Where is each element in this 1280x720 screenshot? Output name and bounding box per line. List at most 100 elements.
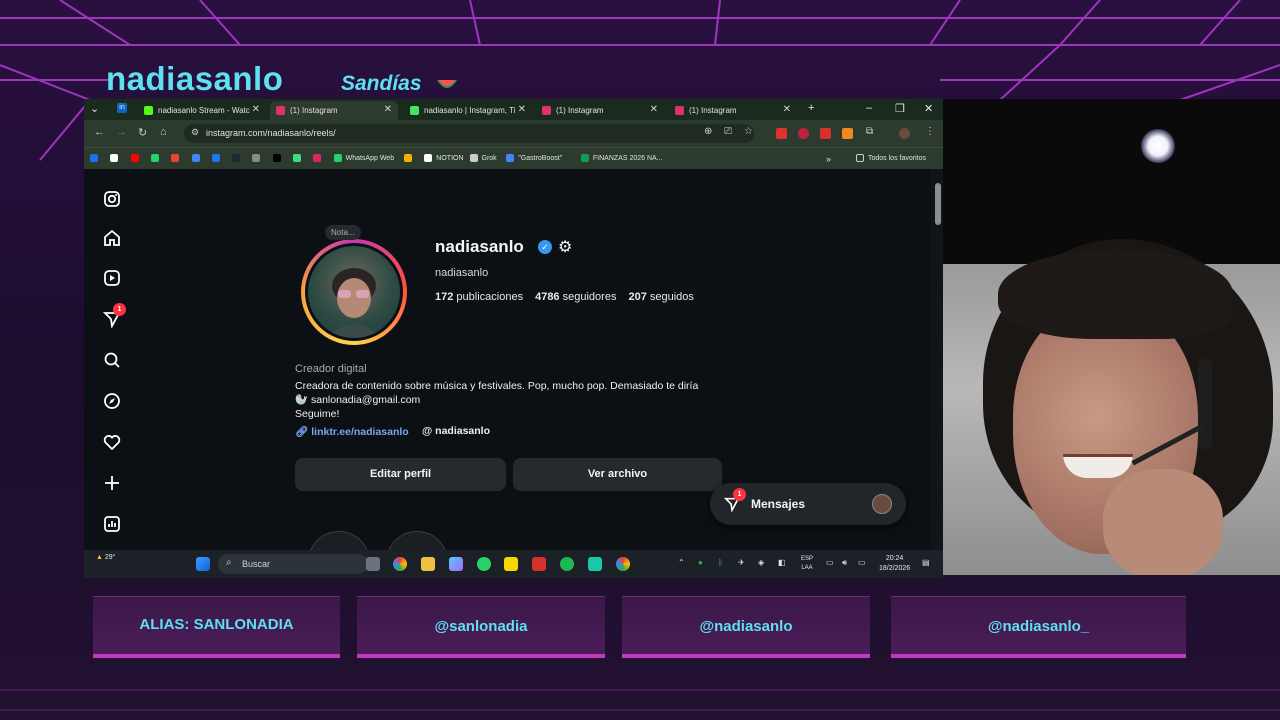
- bookmark-item[interactable]: FINANZAS 2026 NA...: [580, 154, 663, 162]
- bookmark-icon[interactable]: [252, 154, 264, 162]
- bookmark-icon[interactable]: [171, 154, 183, 162]
- close-tab-icon[interactable]: ✕: [252, 104, 260, 115]
- extensions-puzzle-icon[interactable]: ⧉: [866, 126, 873, 137]
- extension-icon[interactable]: [776, 128, 787, 139]
- pdf-extension-icon[interactable]: [820, 128, 831, 139]
- tray-app-icon[interactable]: ◧: [778, 558, 786, 567]
- restore-button[interactable]: ❐: [895, 102, 905, 115]
- story-highlight[interactable]: [386, 531, 448, 550]
- minimize-button[interactable]: –: [866, 102, 872, 114]
- site-info-icon[interactable]: ⚙: [191, 127, 199, 138]
- bookmark-item[interactable]: WhatsApp Web: [333, 154, 394, 162]
- bookmark-icon[interactable]: [130, 154, 143, 162]
- close-tab-icon[interactable]: ✕: [650, 104, 658, 115]
- zoom-icon[interactable]: ⊕: [704, 126, 712, 137]
- profile-avatar-icon[interactable]: [899, 128, 910, 139]
- chrome-profile-icon[interactable]: [616, 557, 630, 571]
- edit-profile-button[interactable]: Editar perfil: [295, 458, 506, 491]
- bookmark-icon[interactable]: [232, 154, 244, 162]
- create-plus-icon[interactable]: [102, 473, 122, 493]
- following-count[interactable]: 207 seguidos: [628, 291, 693, 303]
- close-window-button[interactable]: ✕: [924, 102, 933, 115]
- volume-icon[interactable]: 🔊︎: [842, 558, 847, 568]
- tab[interactable]: (1) Instagram ✕: [669, 101, 797, 120]
- menu-kebab-icon[interactable]: ⋮: [925, 126, 935, 137]
- settings-gear-icon[interactable]: ⚙: [558, 237, 572, 257]
- bookmark-icon[interactable]: [313, 154, 325, 162]
- whatsapp-icon[interactable]: [477, 557, 491, 571]
- close-tab-icon[interactable]: ✕: [384, 104, 392, 115]
- tray-app-icon[interactable]: ✈: [738, 558, 745, 567]
- bookmark-item[interactable]: Grok: [469, 154, 497, 162]
- instagram-logo-icon[interactable]: [102, 189, 122, 209]
- home-nav-icon[interactable]: [102, 228, 122, 248]
- profile-link[interactable]: 🔗︎ linktr.ee/nadiasanlo: [295, 425, 409, 438]
- close-tab-icon[interactable]: ✕: [783, 104, 791, 115]
- tab[interactable]: (1) Instagram ✕: [536, 101, 664, 120]
- cast-icon[interactable]: ⎚: [724, 126, 732, 137]
- dashboard-icon[interactable]: [102, 514, 122, 534]
- star-icon[interactable]: ☆: [744, 126, 753, 137]
- bookmark-item[interactable]: "GastroBoost": [506, 154, 562, 162]
- bookmark-icon[interactable]: [191, 154, 204, 162]
- bookmark-icon[interactable]: [90, 154, 102, 162]
- story-highlight[interactable]: [308, 531, 370, 550]
- battery-icon[interactable]: ▭: [858, 558, 866, 567]
- address-bar[interactable]: ⚙ instagram.com/nadiasanlo/reels/: [184, 124, 754, 143]
- extension-icon[interactable]: [798, 128, 809, 139]
- home-icon[interactable]: ⌂: [160, 126, 167, 138]
- tray-app-icon[interactable]: ◈: [758, 558, 764, 567]
- tab-search-icon[interactable]: ⌄: [90, 102, 99, 115]
- new-tab-button[interactable]: +: [808, 102, 814, 114]
- explore-nav-icon[interactable]: [102, 391, 122, 411]
- clock[interactable]: 20:24 18/2/2026: [879, 554, 910, 574]
- followers-count[interactable]: 4786 seguidores: [535, 291, 616, 303]
- tray-spotify-icon[interactable]: ●: [698, 558, 703, 567]
- bookmark-icon[interactable]: [150, 154, 163, 162]
- spotify-icon[interactable]: [560, 557, 574, 571]
- note-bubble[interactable]: Nota...: [325, 225, 361, 240]
- messages-nav-icon[interactable]: 1: [102, 303, 126, 329]
- notifications-heart-icon[interactable]: [102, 432, 122, 452]
- tab[interactable]: (1) Instagram ✕: [270, 101, 398, 120]
- close-tab-icon[interactable]: ✕: [518, 104, 526, 115]
- bookmark-icon[interactable]: [272, 154, 285, 162]
- messages-dock[interactable]: 1 Mensajes: [710, 483, 906, 525]
- scrollbar[interactable]: [931, 169, 943, 550]
- bookmark-icon[interactable]: [293, 154, 305, 162]
- task-view-icon[interactable]: [366, 557, 380, 571]
- tab[interactable]: nadiasanlo | Instagram, Ti ✕: [404, 101, 532, 120]
- sticky-notes-icon[interactable]: [504, 557, 518, 571]
- taskbar-search[interactable]: ⌕ Buscar: [218, 554, 368, 574]
- start-button-icon[interactable]: [196, 557, 210, 571]
- display-icon[interactable]: ▭: [826, 558, 834, 567]
- bookmark-icon[interactable]: [211, 154, 224, 162]
- app-icon[interactable]: [588, 557, 602, 571]
- bookmark-icon[interactable]: [404, 154, 416, 162]
- search-nav-icon[interactable]: [102, 350, 122, 370]
- scrollbar-thumb[interactable]: [935, 183, 941, 225]
- weather-widget[interactable]: ▲ 29°: [96, 554, 115, 561]
- file-explorer-icon[interactable]: [421, 557, 435, 571]
- forward-icon[interactable]: →: [116, 126, 127, 138]
- bookmark-icon[interactable]: [110, 154, 122, 162]
- back-icon[interactable]: ←: [94, 126, 105, 138]
- bluetooth-icon[interactable]: ᛒ: [718, 558, 723, 567]
- avatar[interactable]: [305, 243, 403, 341]
- copilot-icon[interactable]: [449, 557, 463, 571]
- acrobat-icon[interactable]: [532, 557, 546, 571]
- extension-icon[interactable]: [842, 128, 853, 139]
- linkedin-tab-icon[interactable]: in: [117, 103, 127, 113]
- bookmark-item[interactable]: NOTION: [424, 154, 464, 162]
- threads-link[interactable]: @ nadiasanlo: [422, 425, 490, 437]
- notification-center-icon[interactable]: ▤: [922, 558, 930, 567]
- all-bookmarks-folder[interactable]: Todos los favoritos: [856, 154, 926, 162]
- tab[interactable]: nadiasanlo Stream - Watc ✕: [138, 101, 266, 120]
- reload-icon[interactable]: ↻: [138, 126, 147, 139]
- more-bookmarks-icon[interactable]: »: [826, 154, 831, 164]
- reels-nav-icon[interactable]: [102, 268, 122, 288]
- show-hidden-icons[interactable]: ⌃: [678, 558, 685, 567]
- posts-count[interactable]: 172 publicaciones: [435, 291, 523, 303]
- view-archive-button[interactable]: Ver archivo: [513, 458, 722, 491]
- language-indicator[interactable]: ESP LAA: [801, 555, 813, 573]
